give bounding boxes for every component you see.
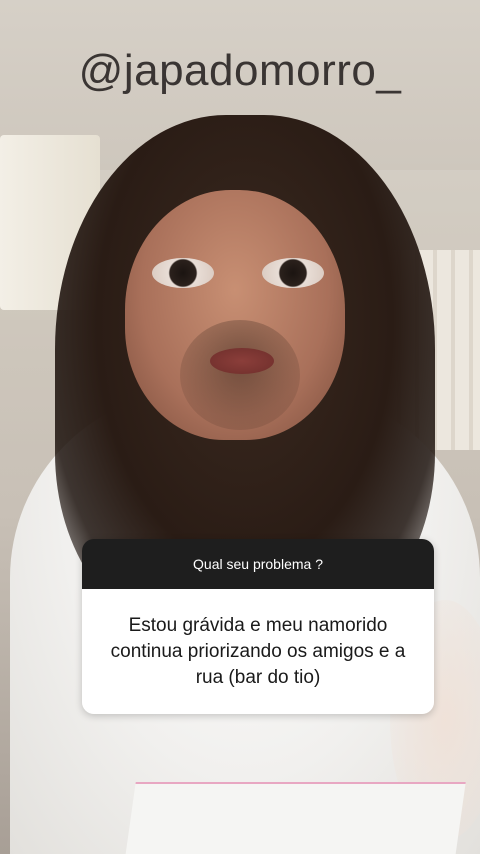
sticker-question: Qual seu problema ?	[82, 539, 434, 589]
question-sticker[interactable]: Qual seu problema ? Estou grávida e meu …	[82, 539, 434, 714]
beard-shadow	[180, 320, 300, 430]
story-view: @japadomorro_ Qual seu problema ? Estou …	[0, 0, 480, 854]
username-overlay: @japadomorro_	[78, 46, 402, 95]
sticker-answer: Estou grávida e meu namorido continua pr…	[82, 589, 434, 714]
right-eye	[262, 258, 324, 288]
mouth	[210, 348, 274, 374]
notebook	[124, 782, 466, 854]
left-eye	[152, 258, 214, 288]
